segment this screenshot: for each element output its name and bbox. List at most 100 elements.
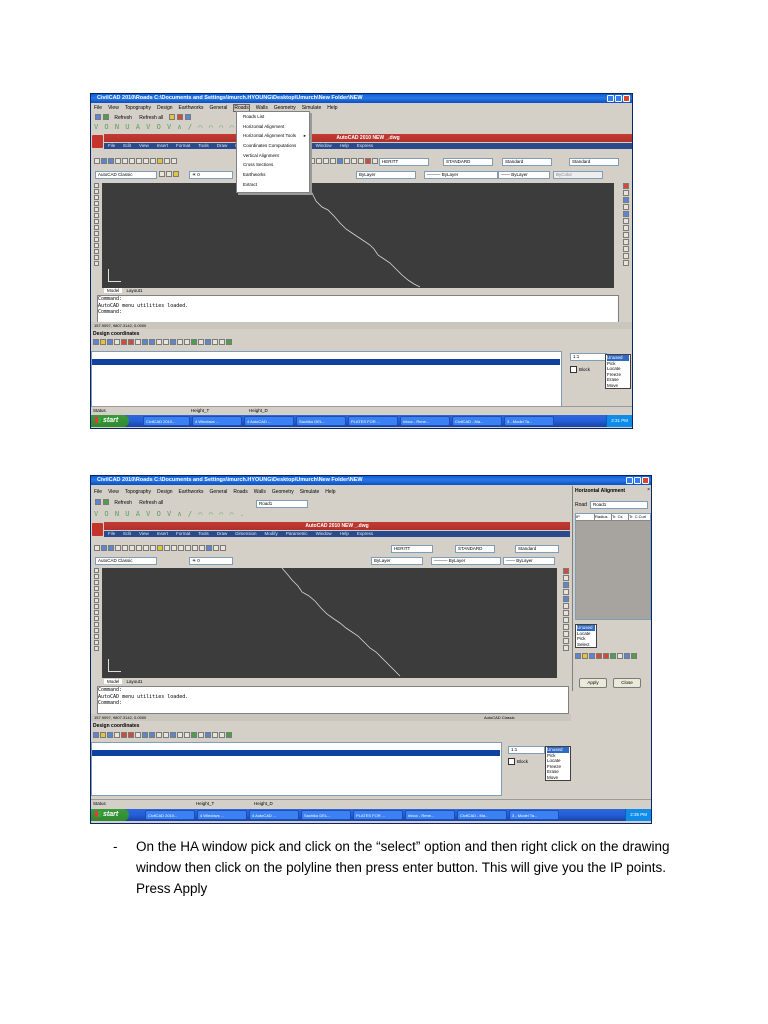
tool-icon[interactable] (156, 339, 162, 345)
new-icon[interactable] (94, 545, 100, 551)
taskbar-item[interactable]: 4 Windows ... (192, 416, 242, 426)
command-window[interactable]: Command: AutoCAD menu utilities loaded. Co… (97, 295, 619, 323)
maximize-button[interactable] (634, 477, 641, 484)
spline-icon[interactable] (93, 616, 99, 621)
tool-icon[interactable] (163, 339, 169, 345)
tool-icon[interactable] (177, 732, 183, 738)
insert-block-icon[interactable] (93, 628, 99, 633)
break-icon[interactable] (562, 645, 569, 651)
trim-icon[interactable] (622, 246, 629, 252)
tool-icon[interactable] (100, 732, 106, 738)
tool-icon[interactable] (135, 732, 141, 738)
tool-icon[interactable] (142, 732, 148, 738)
design-center-icon[interactable] (213, 545, 219, 551)
menu-item-cross-sections[interactable]: Cross Sections (237, 160, 309, 170)
acad-menu-file[interactable]: File (108, 143, 115, 148)
match-icon[interactable] (157, 545, 163, 551)
open-icon[interactable] (101, 545, 107, 551)
menu-topography[interactable]: Topography (125, 105, 151, 111)
line-icon[interactable] (93, 568, 99, 573)
road-combo[interactable]: Road1 (256, 500, 308, 508)
option-move[interactable]: Move (547, 775, 569, 781)
polyline-icon[interactable] (93, 195, 99, 200)
layer-manager-icon[interactable] (166, 171, 172, 177)
option-select[interactable]: Select (577, 642, 595, 648)
close-button[interactable] (642, 477, 649, 484)
tab-layout1[interactable]: Layout1 (124, 288, 146, 293)
tool-icon[interactable] (575, 653, 581, 659)
tool-icon[interactable] (212, 732, 218, 738)
tool-icon[interactable] (219, 339, 225, 345)
acad-menu-parametric[interactable]: Parametric (286, 531, 308, 536)
copy-object-icon[interactable] (622, 190, 629, 196)
offset-icon[interactable] (562, 589, 569, 595)
hatch-icon[interactable] (93, 255, 99, 260)
option-move[interactable]: Move (607, 383, 629, 389)
spline-icon[interactable] (93, 231, 99, 236)
extend-icon[interactable] (562, 638, 569, 644)
layer-combo[interactable]: ☀ 0 (189, 557, 233, 565)
stretch-icon[interactable] (562, 624, 569, 630)
tool-icon[interactable] (121, 339, 127, 345)
autocad-logo-icon[interactable] (92, 523, 103, 536)
acad-menu-format[interactable]: Format (176, 143, 190, 148)
design-center-icon[interactable] (344, 158, 350, 164)
lineweight-combo[interactable]: —— ByLayer (498, 171, 550, 179)
workspace-settings-icon[interactable] (159, 171, 165, 177)
tool-icon[interactable] (100, 339, 106, 345)
redo-icon[interactable] (171, 158, 177, 164)
menu-earthworks[interactable]: Earthworks (179, 105, 204, 111)
tab-layout1[interactable]: Layout1 (124, 679, 146, 684)
sheet-set-icon[interactable] (358, 158, 364, 164)
minimize-button[interactable] (626, 477, 633, 484)
ha-panel-close-icon[interactable]: × (647, 487, 650, 493)
open-icon[interactable] (95, 499, 101, 505)
menu-general[interactable]: General (210, 489, 228, 495)
start-button[interactable]: start (91, 809, 129, 821)
menu-earthworks[interactable]: Earthworks (179, 489, 204, 495)
acad-menu-insert[interactable]: Insert (157, 143, 168, 148)
tool-icon[interactable] (184, 114, 191, 120)
autocad-logo-icon[interactable] (92, 135, 103, 148)
tool-icon[interactable] (107, 732, 113, 738)
taskbar-item[interactable]: Sachiko DEL... (301, 810, 351, 820)
match-icon[interactable] (157, 158, 163, 164)
refresh-all-button[interactable]: Refresh all (139, 115, 163, 121)
taskbar-item[interactable]: CivilCAD - Ma... (452, 416, 502, 426)
taskbar-item[interactable]: 4 AutoCAD ... (244, 416, 294, 426)
paste-icon[interactable] (150, 545, 156, 551)
tool-icon[interactable] (184, 732, 190, 738)
survey-symbols-toolbar[interactable]: V O N U A V O V ∧ / ⌒ ⌒ ⌒ ⌒ ⌒ (94, 123, 245, 131)
print-icon[interactable] (115, 545, 121, 551)
mirror-icon[interactable] (622, 197, 629, 203)
acad-menu-draw[interactable]: Draw (217, 531, 228, 536)
tool-icon[interactable] (177, 339, 183, 345)
move-icon[interactable] (562, 603, 569, 609)
tool-icon[interactable] (603, 653, 609, 659)
menu-item-roads-list[interactable]: Roads List (237, 112, 309, 122)
plotstyle-combo[interactable]: ByColor (553, 171, 603, 179)
menu-help[interactable]: Help (325, 489, 335, 495)
save-icon[interactable] (108, 158, 114, 164)
workspace-status[interactable]: AutoCAD Classic (484, 714, 515, 721)
revcloud-icon[interactable] (93, 610, 99, 615)
scale-combo[interactable]: 1:1 (508, 746, 545, 754)
linetype-combo[interactable]: ——— ByLayer (431, 557, 501, 565)
block-checkbox[interactable]: Block (570, 366, 590, 373)
tool-icon[interactable] (170, 339, 176, 345)
acad-menu-express[interactable]: Express (357, 531, 373, 536)
scale-combo[interactable]: 1:1 (570, 353, 607, 361)
apply-button[interactable]: Apply (579, 678, 607, 688)
menu-item-coordinates-computations[interactable]: Coordinates Computations (237, 141, 309, 151)
menu-design[interactable]: Design (157, 489, 173, 495)
cut-icon[interactable] (136, 545, 142, 551)
rectangle-icon[interactable] (93, 207, 99, 212)
menu-design[interactable]: Design (157, 105, 173, 111)
scale-icon[interactable] (562, 617, 569, 623)
layer-state-icon[interactable] (173, 171, 179, 177)
open-icon[interactable] (95, 114, 101, 120)
preview-icon[interactable] (122, 158, 128, 164)
tool-icon[interactable] (624, 653, 630, 659)
save-icon[interactable] (108, 545, 114, 551)
close-panel-button[interactable]: Close (613, 678, 641, 688)
